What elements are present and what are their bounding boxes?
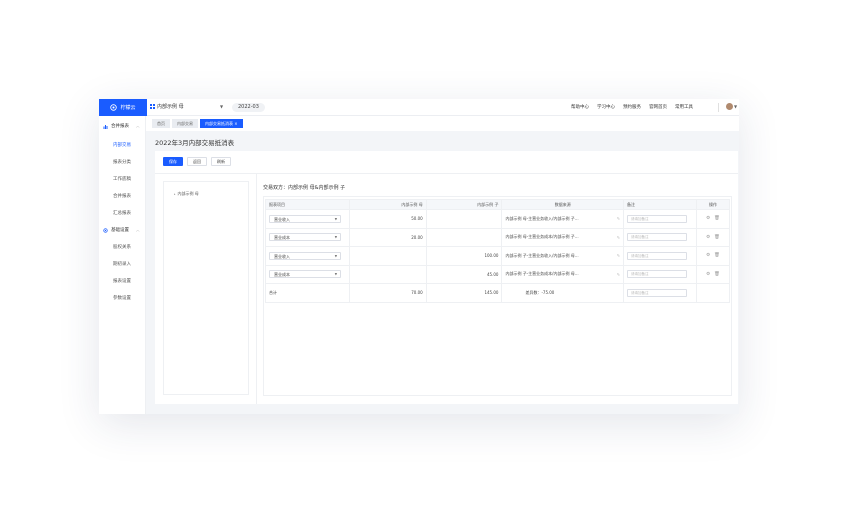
company-name: 内部示例 母 bbox=[157, 104, 184, 110]
sidebar-item-report-settings[interactable]: 报表设置 bbox=[113, 278, 131, 284]
tab-internal-trade[interactable]: 内部交易 bbox=[172, 119, 198, 128]
sidebar-item-worksheet[interactable]: 工作底稿 bbox=[113, 176, 131, 182]
link-website[interactable]: 官网首页 bbox=[649, 104, 667, 110]
avatar-caret-icon[interactable]: ▼ bbox=[734, 104, 737, 109]
page-title: 2022年3月内部交易抵消表 bbox=[155, 139, 235, 147]
sidebar-item-internal-trade[interactable]: 内部交易 bbox=[113, 142, 131, 148]
company-switcher[interactable]: 内部示例 母 bbox=[150, 103, 184, 110]
caret-down-icon[interactable]: ▼ bbox=[220, 104, 223, 109]
toolbar: 保存 返回 刷新 bbox=[163, 157, 231, 166]
tree-node-label: 内部示例 母 bbox=[177, 191, 199, 196]
company-tree: ▸ 内部示例 母 bbox=[163, 181, 249, 395]
table-frame bbox=[263, 196, 732, 396]
sidebar-group-label: 基础设置 bbox=[111, 228, 129, 233]
top-bar: 柠檬云 内部示例 母 ▼ 2022-03 帮助中心 学习中心 预约服务 官网首页… bbox=[99, 99, 739, 116]
close-icon[interactable]: × bbox=[234, 121, 237, 126]
trade-parties: 交易双方：内部示例 母&内部示例 子 bbox=[263, 185, 346, 191]
sidebar-item-summary-report[interactable]: 汇总报表 bbox=[113, 210, 131, 216]
logo-text: 柠檬云 bbox=[120, 105, 136, 111]
logo-icon bbox=[110, 104, 118, 111]
gear-icon bbox=[103, 227, 108, 233]
sidebar-item-params[interactable]: 参数设置 bbox=[113, 295, 131, 301]
refresh-button[interactable]: 刷新 bbox=[211, 157, 231, 166]
chevron-up-icon: ︿ bbox=[136, 227, 140, 232]
sidebar-group-consolidation[interactable]: 合并报表 ︿ bbox=[103, 123, 140, 129]
main-card: 保存 返回 刷新 ▸ 内部示例 母 交易双方：内部示例 母&内部示例 子 报表项… bbox=[155, 151, 738, 404]
tab-home[interactable]: 首页 bbox=[152, 119, 170, 128]
link-help[interactable]: 帮助中心 bbox=[571, 104, 589, 110]
avatar[interactable] bbox=[726, 103, 733, 110]
sidebar-item-report-category[interactable]: 报表分类 bbox=[113, 159, 131, 165]
grid-icon bbox=[150, 104, 155, 109]
caret-right-icon[interactable]: ▸ bbox=[174, 192, 176, 196]
link-learn[interactable]: 学习中心 bbox=[597, 104, 615, 110]
tree-node[interactable]: ▸ 内部示例 母 bbox=[174, 191, 199, 197]
sidebar-group-label: 合并报表 bbox=[111, 124, 129, 129]
sidebar-group-basic-settings[interactable]: 基础设置 ︿ bbox=[103, 227, 140, 233]
app-window: 柠檬云 内部示例 母 ▼ 2022-03 帮助中心 学习中心 预约服务 官网首页… bbox=[99, 99, 739, 414]
logo[interactable]: 柠檬云 bbox=[99, 99, 147, 116]
tab-label: 内部交易抵消表 bbox=[205, 121, 233, 126]
tabs: 首页 内部交易 内部交易抵消表 × bbox=[152, 119, 243, 128]
tab-offset-table[interactable]: 内部交易抵消表 × bbox=[200, 119, 243, 128]
bar-chart-icon bbox=[103, 124, 108, 129]
divider bbox=[155, 173, 738, 174]
sidebar-item-equity[interactable]: 股权关系 bbox=[113, 244, 131, 250]
divider bbox=[256, 174, 257, 404]
sidebar: 合并报表 ︿ 内部交易 报表分类 工作底稿 合并报表 汇总报表 基础设置 ︿ 股… bbox=[99, 116, 146, 414]
top-links: 帮助中心 学习中心 预约服务 官网首页 常用工具 bbox=[571, 104, 693, 110]
sidebar-item-consolidated-report[interactable]: 合并报表 bbox=[113, 193, 131, 199]
link-tools[interactable]: 常用工具 bbox=[675, 104, 693, 110]
chevron-up-icon: ︿ bbox=[136, 123, 140, 128]
top-divider bbox=[718, 103, 719, 112]
sidebar-item-opening[interactable]: 期初录入 bbox=[113, 261, 131, 267]
save-button[interactable]: 保存 bbox=[163, 157, 183, 166]
link-booking[interactable]: 预约服务 bbox=[623, 104, 641, 110]
period-selector[interactable]: 2022-03 bbox=[232, 103, 265, 112]
back-button[interactable]: 返回 bbox=[187, 157, 207, 166]
